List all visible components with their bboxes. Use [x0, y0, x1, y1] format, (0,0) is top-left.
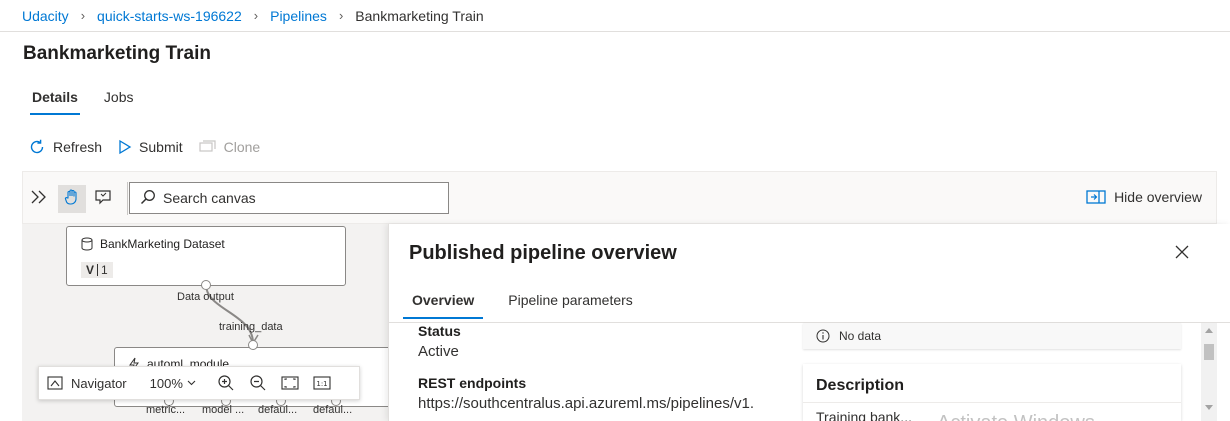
expand-icon — [29, 188, 49, 211]
clone-icon — [199, 140, 217, 154]
breadcrumb: Udacity › quick-starts-ws-196622 › Pipel… — [0, 0, 1230, 32]
clone-label: Clone — [223, 139, 261, 155]
pipeline-canvas[interactable]: BankMarketing Dataset V 1 Data output tr… — [22, 224, 388, 421]
close-icon — [1174, 245, 1190, 264]
data-output-port[interactable] — [201, 280, 211, 290]
chevron-right-icon: › — [338, 8, 344, 23]
page-tabs: Details Jobs — [22, 86, 144, 115]
search-icon — [140, 189, 156, 208]
no-data-text: No data — [839, 329, 882, 343]
zoom-in-icon — [217, 374, 235, 392]
rest-endpoint-value[interactable]: https://southcentralus.api.azureml.ms/pi… — [418, 395, 754, 412]
no-data-card: No data — [803, 323, 1181, 349]
submit-button[interactable]: Submit — [118, 139, 183, 155]
actual-size-button[interactable]: 1:1 — [313, 375, 331, 391]
chevron-right-icon: › — [253, 8, 259, 23]
play-icon — [118, 139, 132, 155]
actual-size-icon: 1:1 — [313, 375, 331, 391]
dataset-node[interactable]: BankMarketing Dataset V 1 — [66, 226, 346, 286]
canvas-toolbar: Hide overview — [22, 171, 1217, 224]
zoom-level-value: 100% — [149, 375, 183, 391]
refresh-button[interactable]: Refresh — [28, 138, 102, 156]
dataset-node-header: BankMarketing Dataset — [81, 237, 225, 251]
database-icon — [81, 237, 93, 251]
tab-overview[interactable]: Overview — [403, 290, 484, 319]
tab-jobs[interactable]: Jobs — [94, 86, 144, 115]
hide-overview-icon — [1086, 190, 1106, 204]
submit-label: Submit — [139, 139, 183, 155]
expand-button[interactable] — [25, 185, 53, 213]
navigator-label: Navigator — [71, 375, 127, 391]
zoom-level-dropdown[interactable]: 100% — [150, 376, 196, 391]
version-number: 1 — [101, 263, 108, 277]
activate-windows-watermark: Activate Windows — [937, 412, 1095, 421]
navigator-icon — [47, 375, 63, 391]
description-divider — [803, 402, 1181, 403]
badge-divider — [97, 264, 99, 276]
version-badge: V 1 — [81, 262, 113, 278]
navigator-toggle[interactable]: Navigator — [47, 375, 127, 391]
breadcrumb-current: Bankmarketing Train — [355, 7, 484, 24]
comment-button[interactable] — [89, 185, 117, 213]
scroll-down-arrow[interactable] — [1205, 405, 1213, 410]
refresh-label: Refresh — [53, 139, 103, 155]
toolbar-divider — [127, 182, 128, 215]
page-title: Bankmarketing Train — [23, 43, 211, 64]
hide-overview-button[interactable]: Hide overview — [1086, 189, 1202, 205]
training-data-label: training_data — [219, 321, 283, 333]
panel-tabs: Overview Pipeline parameters — [403, 290, 642, 319]
scroll-up-arrow[interactable] — [1205, 328, 1213, 333]
tab-pipeline-parameters[interactable]: Pipeline parameters — [499, 290, 642, 319]
comment-icon — [94, 188, 112, 211]
zoom-out-button[interactable] — [249, 374, 267, 392]
chevron-down-icon — [187, 380, 196, 386]
fit-screen-icon — [281, 375, 299, 391]
refresh-icon — [28, 138, 46, 156]
output-port-label: defaul... — [258, 404, 298, 416]
zoom-in-button[interactable] — [217, 374, 235, 392]
breadcrumb-ws-link[interactable]: quick-starts-ws-196622 — [97, 8, 242, 24]
output-port-label: metric... — [146, 404, 186, 416]
chevron-right-icon: › — [80, 8, 86, 23]
scroll-thumb[interactable] — [1204, 344, 1214, 360]
data-output-label: Data output — [177, 291, 234, 303]
info-icon — [816, 329, 830, 343]
status-label: Status — [418, 323, 461, 339]
zoom-out-icon — [249, 374, 267, 392]
breadcrumb-pipelines-link[interactable]: Pipelines — [270, 8, 327, 24]
hide-overview-label: Hide overview — [1114, 189, 1202, 205]
panel-scrollbar[interactable] — [1201, 323, 1217, 421]
version-letter: V — [86, 263, 95, 277]
description-title: Description — [816, 377, 905, 394]
fit-to-screen-button[interactable] — [281, 375, 299, 391]
status-value: Active — [418, 343, 459, 360]
rest-endpoints-label: REST endpoints — [418, 375, 527, 391]
dataset-node-title: BankMarketing Dataset — [100, 237, 225, 251]
pipeline-overview-panel: Published pipeline overview Overview Pip… — [388, 224, 1230, 421]
description-text: Training bank... — [816, 409, 912, 421]
command-bar: Refresh Submit Clone — [28, 138, 276, 156]
navigator-bar: Navigator 100% 1:1 — [38, 366, 360, 400]
panel-title: Published pipeline overview — [409, 242, 677, 264]
output-port-label: defaul... — [313, 404, 353, 416]
output-port-label: model ... — [202, 404, 245, 416]
tab-details[interactable]: Details — [22, 86, 88, 115]
svg-text:1:1: 1:1 — [316, 380, 327, 388]
close-panel-button[interactable] — [1174, 244, 1190, 260]
hand-icon — [63, 188, 81, 211]
clone-button[interactable]: Clone — [199, 139, 261, 155]
pan-mode-button[interactable] — [58, 185, 86, 213]
search-canvas-input[interactable] — [163, 190, 433, 206]
breadcrumb-workspace-link[interactable]: Udacity — [22, 8, 69, 24]
search-canvas-box[interactable] — [129, 182, 449, 214]
training-data-port[interactable] — [248, 340, 258, 350]
